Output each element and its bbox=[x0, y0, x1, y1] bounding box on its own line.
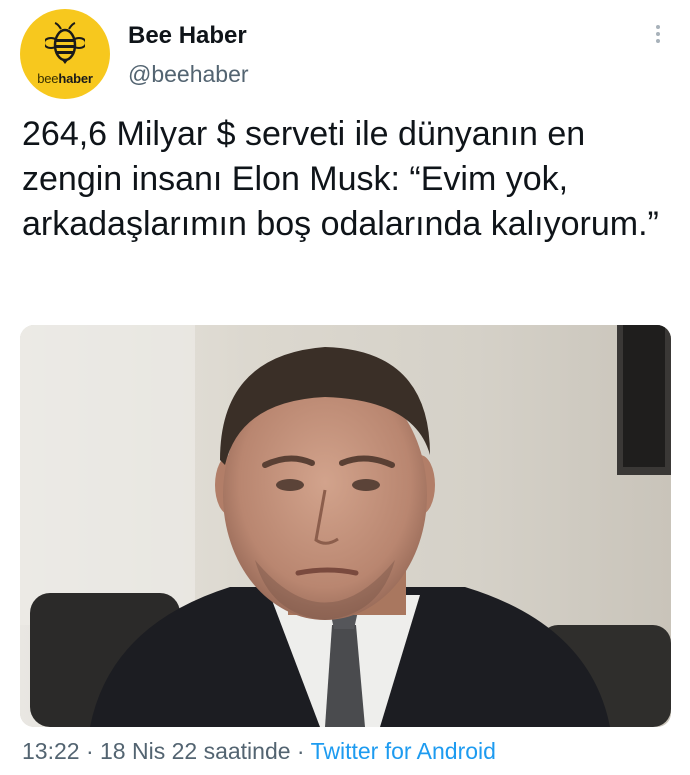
tweet-footer: 13:22 · 18 Nis 22 saatinde · Twitter for… bbox=[22, 738, 496, 765]
separator: · bbox=[85, 738, 94, 764]
display-name[interactable]: Bee Haber bbox=[128, 22, 247, 50]
tweet-time[interactable]: 13:22 bbox=[22, 738, 80, 764]
tweet[interactable]: beehaber Bee Haber @beehaber 264,6 Milya… bbox=[0, 0, 690, 775]
separator: · bbox=[296, 738, 305, 764]
bee-logo-icon bbox=[45, 22, 85, 64]
user-handle[interactable]: @beehaber bbox=[128, 61, 249, 88]
more-vertical-icon[interactable] bbox=[645, 22, 671, 52]
tweet-text: 264,6 Milyar $ serveti ile dünyanın en z… bbox=[22, 115, 659, 243]
tweet-date[interactable]: 18 Nis 22 saatinde bbox=[100, 738, 291, 764]
avatar[interactable]: beehaber bbox=[20, 9, 110, 99]
tweet-source-link[interactable]: Twitter for Android bbox=[311, 738, 496, 764]
tweet-photo[interactable] bbox=[20, 325, 671, 727]
avatar-logo-text: beehaber bbox=[37, 71, 93, 86]
photo-of-man-in-suit bbox=[20, 325, 671, 727]
